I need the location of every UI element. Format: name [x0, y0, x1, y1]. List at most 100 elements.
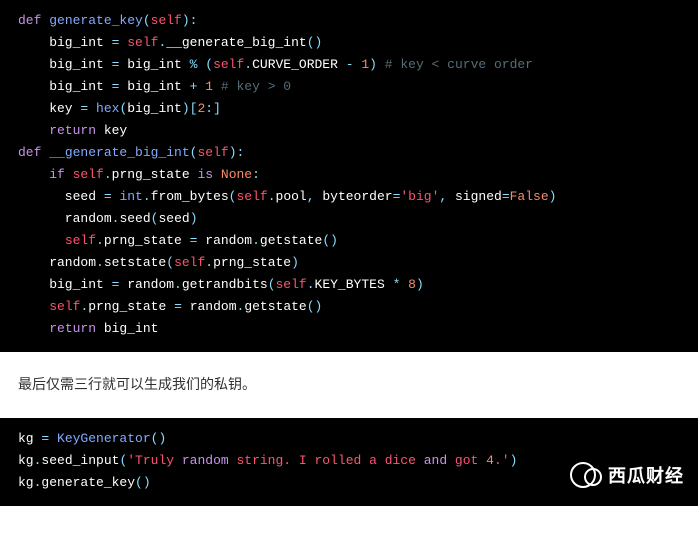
code-token-op: * [393, 277, 409, 292]
code-token-self: self [236, 189, 267, 204]
code-token-prop: pool [276, 189, 307, 204]
code-token-fn: KeyGenerator [57, 431, 151, 446]
code-token-prop: prng_state [112, 167, 190, 182]
code-token-fn: hex [96, 101, 119, 116]
code-token-prop: from_bytes [151, 189, 229, 204]
code-token-self: self [127, 35, 158, 50]
code-token-self: self [151, 13, 182, 28]
code-token-plain: random [127, 277, 174, 292]
code-token-kw: is [197, 167, 213, 182]
code-token-plain [213, 79, 221, 94]
code-token-op: ) [291, 255, 299, 270]
code-token-plain: random [18, 211, 112, 226]
code-token-plain [166, 299, 174, 314]
code-token-op: . [268, 189, 276, 204]
code-token-plain: big_int [18, 79, 112, 94]
code-token-fn: int [119, 189, 142, 204]
code-token-op: + [190, 79, 206, 94]
code-token-kw: def [18, 145, 49, 160]
code-token-prop: KEY_BYTES [315, 277, 385, 292]
code-token-cmt: # key < curve order [385, 57, 533, 72]
code-token-fn: generate_key [49, 13, 143, 28]
code-line: key = hex(big_int)[2:] [18, 98, 698, 120]
code-token-plain: big_int [18, 277, 112, 292]
code-token-num: 1 [361, 57, 369, 72]
code-token-op: () [307, 299, 323, 314]
code-token-op: () [151, 431, 167, 446]
code-block-1: def generate_key(self): big_int = self._… [0, 0, 698, 352]
code-token-op: . [244, 57, 252, 72]
code-block-2: kg = KeyGenerator()kg.seed_input('Truly … [0, 418, 698, 506]
code-token-plain: big_int [18, 35, 112, 50]
code-token-plain: big_int [127, 101, 182, 116]
code-token-op: . [143, 189, 151, 204]
code-token-self: self [213, 57, 244, 72]
code-token-prop: getrandbits [182, 277, 268, 292]
code-line: random.setstate(self.prng_state) [18, 252, 698, 274]
code-line: kg.seed_input('Truly random string. I ro… [18, 450, 698, 472]
code-token-plain: big_int [96, 321, 158, 336]
code-token-kw: return [49, 321, 96, 336]
code-token-op: ): [229, 145, 245, 160]
code-token-op: , [307, 189, 323, 204]
code-token-prop: __generate_big_int [166, 35, 306, 50]
code-token-kw: random [182, 453, 229, 468]
code-token-op: . [96, 233, 104, 248]
code-token-str: got [447, 453, 486, 468]
code-token-plain: random [18, 255, 96, 270]
code-token-bool: None [221, 167, 252, 182]
code-token-self: self [197, 145, 228, 160]
code-token-plain: kg [18, 475, 34, 490]
code-token-plain [385, 277, 393, 292]
code-line: if self.prng_state is None: [18, 164, 698, 186]
code-token-op: = [80, 101, 96, 116]
code-token-prop: getstate [244, 299, 306, 314]
code-token-num: 4 [486, 453, 494, 468]
code-line: def generate_key(self): [18, 10, 698, 32]
code-token-prop: prng_state [88, 299, 166, 314]
code-token-prop: generate_key [41, 475, 135, 490]
code-token-plain [213, 167, 221, 182]
code-token-num: 8 [408, 277, 416, 292]
code-token-plain: seed [18, 189, 104, 204]
code-token-op: = [41, 431, 57, 446]
code-token-prop: seed [119, 211, 150, 226]
code-token-op: :] [205, 101, 221, 116]
code-line: seed = int.from_bytes(self.pool, byteord… [18, 186, 698, 208]
code-token-op: % ( [190, 57, 213, 72]
code-token-kw: return [49, 123, 96, 138]
code-line: def __generate_big_int(self): [18, 142, 698, 164]
code-token-kw: def [18, 13, 49, 28]
code-token-op: . [307, 277, 315, 292]
code-token-op: , [439, 189, 455, 204]
code-token-op: ( [166, 255, 174, 270]
code-token-str: string. I rolled a dice [229, 453, 424, 468]
article-paragraph: 最后仅需三行就可以生成我们的私钥。 [0, 352, 698, 418]
code-token-op: ) [190, 211, 198, 226]
code-token-plain: key [96, 123, 127, 138]
code-token-prop: CURVE_ORDER [252, 57, 338, 72]
code-token-kw: and [424, 453, 447, 468]
code-token-self: self [73, 167, 104, 182]
code-token-op: () [307, 35, 323, 50]
code-line: return key [18, 120, 698, 142]
code-token-bool: False [510, 189, 549, 204]
code-token-plain [18, 167, 49, 182]
code-token-plain: big_int [18, 57, 112, 72]
code-token-op: = [112, 79, 128, 94]
code-token-op: ( [143, 13, 151, 28]
code-token-str: .' [494, 453, 510, 468]
code-token-op: ) [369, 57, 385, 72]
code-token-fn: __generate_big_int [49, 145, 189, 160]
code-token-prop: seed_input [41, 453, 119, 468]
code-token-prop: getstate [260, 233, 322, 248]
code-token-cmt: # key > 0 [221, 79, 291, 94]
code-token-op: = [104, 189, 120, 204]
code-token-op: = [112, 57, 128, 72]
code-token-plain: random [205, 233, 252, 248]
code-token-op: = [190, 233, 206, 248]
code-line: big_int = self.__generate_big_int() [18, 32, 698, 54]
code-line: kg = KeyGenerator() [18, 428, 698, 450]
code-token-num: 1 [205, 79, 213, 94]
article-between-text: 最后仅需三行就可以生成我们的私钥。 [18, 376, 256, 392]
